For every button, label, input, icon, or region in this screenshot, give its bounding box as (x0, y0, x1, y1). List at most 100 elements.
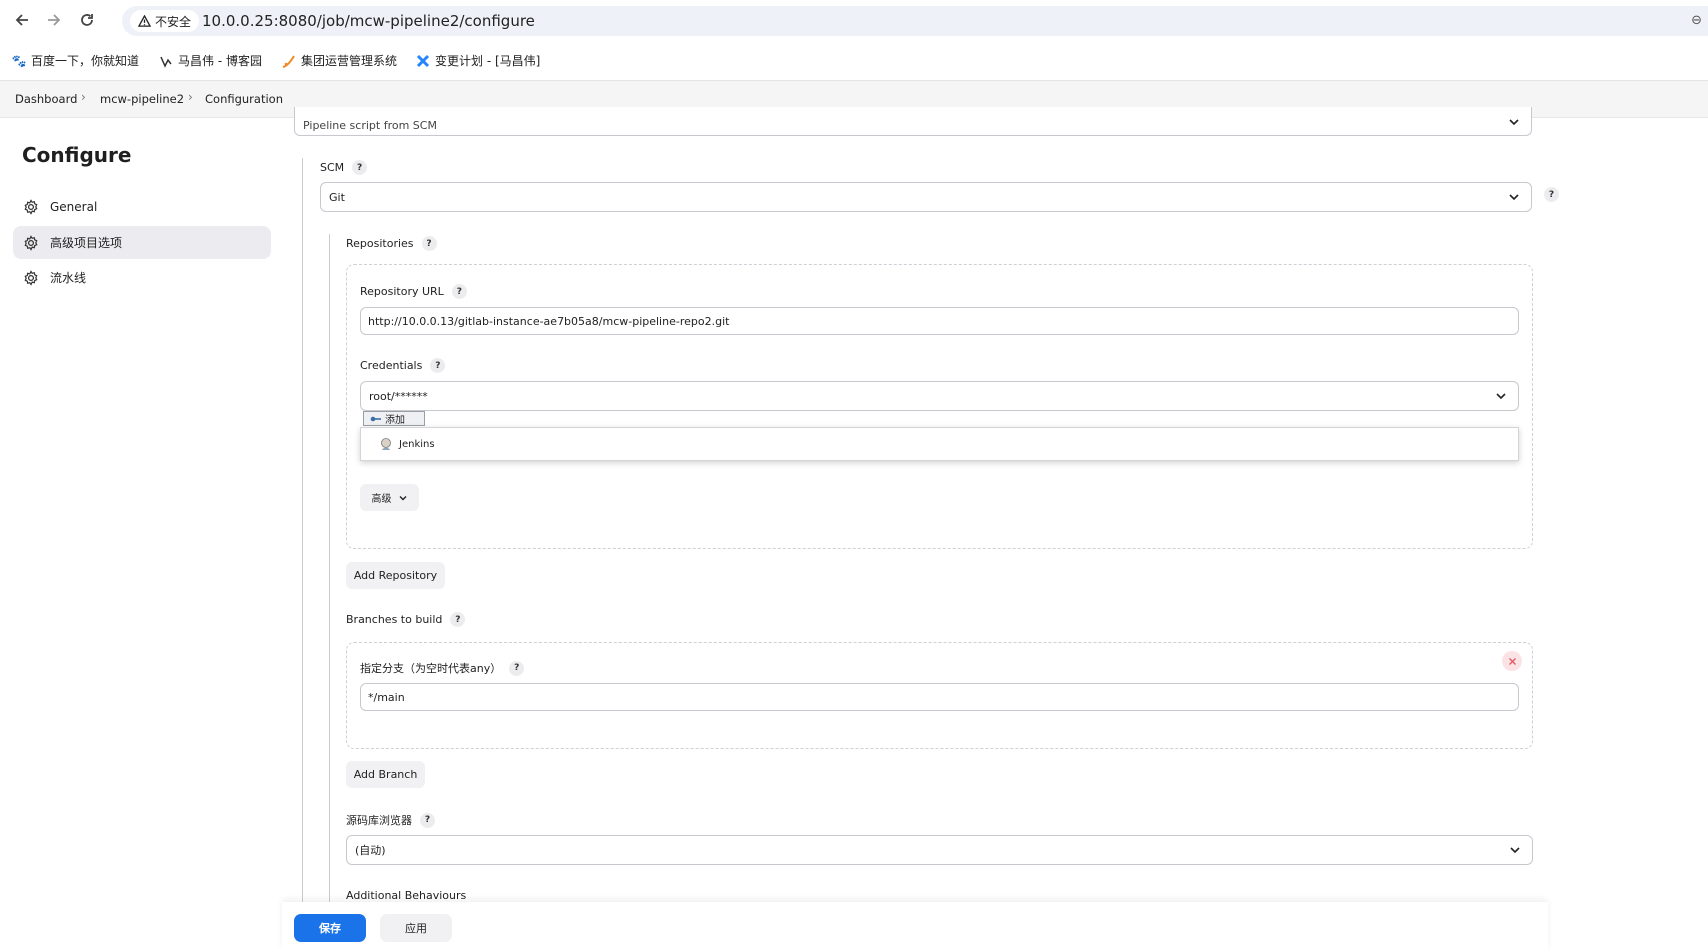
close-icon (1508, 657, 1516, 665)
delete-branch-button[interactable] (1502, 651, 1522, 671)
bookmark-item[interactable]: 马昌伟 - 博客园 (159, 52, 262, 69)
scm-value: Git (329, 190, 345, 204)
chevron-down-icon (1510, 847, 1520, 854)
reload-icon (81, 14, 93, 26)
section-indent-line (329, 234, 330, 903)
sidebar-item-general[interactable]: General (13, 190, 271, 223)
sidebar-item-label: General (50, 199, 98, 214)
scm-label: SCM ? (320, 160, 368, 175)
back-button[interactable] (10, 8, 34, 32)
additional-behaviours-label: Additional Behaviours (346, 889, 466, 902)
section-indent-line (302, 158, 303, 903)
help-icon[interactable]: ? (1544, 187, 1559, 202)
breadcrumb-job[interactable]: mcw-pipeline2 (100, 92, 184, 106)
branch-specifier-label-text: 指定分支（为空时代表any） (360, 662, 502, 675)
repositories-label: Repositories ? (346, 236, 437, 251)
repo-browser-label: 源码库浏览器 ? (346, 812, 435, 828)
help-icon[interactable]: ? (352, 160, 368, 175)
menu-item-label: Jenkins (399, 438, 435, 450)
credentials-provider-menu: Jenkins (360, 427, 1519, 461)
help-icon[interactable]: ? (430, 358, 446, 373)
add-credentials-button[interactable]: 添加 (363, 411, 425, 426)
apply-button[interactable]: 应用 (380, 914, 452, 942)
scm-label-text: SCM (320, 161, 345, 174)
sidebar-item-label: 高级项目选项 (50, 236, 123, 250)
jenkins-icon (381, 438, 391, 450)
bookmark-label: 集团运营管理系统 (301, 54, 398, 68)
bookmark-item[interactable]: 变更计划 - [马昌伟] (416, 52, 540, 69)
credentials-label: Credentials ? (360, 358, 446, 373)
bookmark-label: 百度一下，你就知道 (31, 54, 140, 68)
jira-icon (416, 54, 430, 68)
definition-select[interactable]: Pipeline script from SCM (294, 107, 1532, 136)
help-icon[interactable]: ? (420, 812, 435, 828)
warning-triangle-icon (138, 14, 151, 27)
help-icon[interactable]: ? (450, 612, 466, 627)
key-icon (370, 416, 381, 421)
bookmark-label: 马昌伟 - 博客园 (178, 54, 262, 68)
sidebar-item-pipeline[interactable]: 流水线 (13, 261, 271, 294)
chevron-down-icon (399, 495, 406, 500)
page-title: Configure (22, 143, 132, 167)
branches-label: Branches to build ? (346, 612, 466, 627)
repository-url-label: Repository URL ? (360, 284, 467, 299)
add-branch-button[interactable]: Add Branch (346, 761, 425, 788)
gear-icon (22, 198, 40, 216)
breadcrumb-dashboard[interactable]: Dashboard (15, 92, 77, 106)
back-arrow-icon (15, 14, 28, 26)
breadcrumb-configuration[interactable]: Configuration (205, 92, 283, 106)
additional-behaviours-label-text: Additional Behaviours (346, 889, 467, 902)
form-footer-bar (282, 902, 1548, 951)
forward-arrow-icon (48, 14, 61, 26)
help-icon[interactable]: ? (509, 660, 525, 676)
repo-browser-value: (自动) (355, 844, 386, 857)
bookmarks-bar: 🐾 百度一下，你就知道 马昌伟 - 博客园 集团运营管理系统 变更计划 - [马… (0, 40, 1708, 81)
help-icon[interactable]: ? (451, 284, 467, 299)
chevron-down-icon (1496, 393, 1506, 400)
add-repository-button[interactable]: Add Repository (346, 562, 445, 589)
repo-browser-select[interactable]: (自动) (346, 835, 1533, 865)
browser-toolbar: 不安全 10.0.0.25:8080/job/mcw-pipeline2/con… (0, 0, 1708, 40)
chevron-down-icon (1509, 119, 1519, 126)
sidebar-item-label: 流水线 (50, 271, 87, 285)
branch-specifier-value: */main (368, 690, 405, 704)
branches-label-text: Branches to build (346, 613, 443, 626)
advanced-label: 高级 (371, 494, 392, 505)
forward-button[interactable] (42, 8, 66, 32)
bookmark-label: 变更计划 - [马昌伟] (435, 54, 541, 68)
repositories-label-text: Repositories (346, 237, 414, 250)
security-label: 不安全 (155, 14, 192, 29)
chevron-right-icon: › (81, 90, 86, 104)
security-chip[interactable]: 不安全 (130, 10, 200, 32)
save-button[interactable]: 保存 (294, 914, 366, 942)
add-credentials-label: 添加 (385, 415, 405, 426)
credentials-select[interactable]: root/****** (360, 381, 1519, 411)
repository-url-value: http://10.0.0.13/gitlab-instance-ae7b05a… (368, 314, 730, 328)
chevron-down-icon (1509, 194, 1519, 201)
repository-url-input[interactable]: http://10.0.0.13/gitlab-instance-ae7b05a… (360, 307, 1519, 335)
chevron-right-icon: › (188, 90, 193, 104)
reload-button[interactable] (75, 8, 99, 32)
credentials-value: root/****** (369, 389, 428, 403)
repository-url-label-text: Repository URL (360, 285, 444, 298)
repo-browser-label-text: 源码库浏览器 (346, 814, 412, 827)
scm-select[interactable]: Git (320, 182, 1532, 212)
add-repository-label: Add Repository (353, 569, 438, 582)
add-branch-label: Add Branch (353, 768, 418, 781)
sidebar-item-advanced-options[interactable]: 高级项目选项 (13, 226, 271, 259)
gear-icon (22, 269, 40, 287)
branch-specifier-input[interactable]: */main (360, 683, 1519, 711)
bookmark-item[interactable]: 🐾 百度一下，你就知道 (12, 52, 139, 69)
url-text[interactable]: 10.0.0.25:8080/job/mcw-pipeline2/configu… (202, 12, 535, 30)
address-bar[interactable]: 不安全 10.0.0.25:8080/job/mcw-pipeline2/con… (122, 6, 1708, 36)
bookmark-item[interactable]: 集团运营管理系统 (282, 52, 397, 69)
definition-value: Pipeline script from SCM (303, 118, 437, 132)
gear-icon (22, 234, 40, 252)
baidu-paw-icon: 🐾 (11, 53, 27, 68)
advanced-toggle-button[interactable]: 高级 (360, 484, 419, 511)
menu-item-jenkins[interactable]: Jenkins (379, 437, 435, 451)
ops-system-icon (282, 54, 296, 68)
zoom-icon[interactable]: ⊖ (1691, 13, 1702, 28)
credentials-label-text: Credentials (360, 359, 423, 372)
help-icon[interactable]: ? (421, 236, 437, 251)
